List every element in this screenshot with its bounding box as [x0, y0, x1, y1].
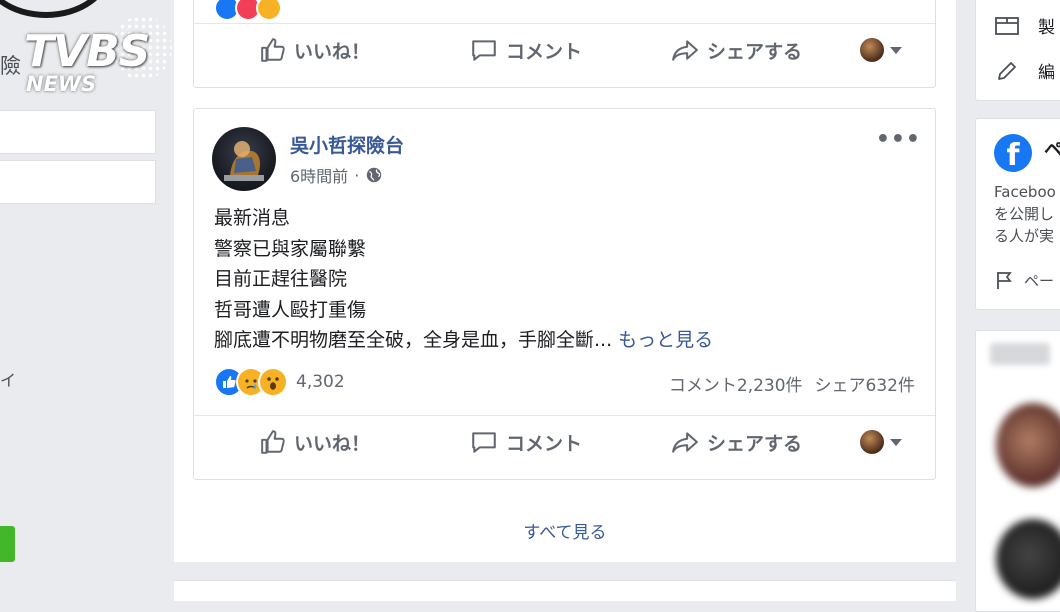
haha-reaction-icon	[256, 0, 282, 21]
share-button[interactable]: シェアする	[671, 416, 802, 468]
info-line: る人が実	[994, 227, 1055, 245]
see-all-link[interactable]: すべて見る	[174, 518, 956, 543]
share-arrow-icon	[672, 40, 698, 61]
mini-avatar-icon	[860, 38, 884, 62]
like-label: いいね！	[294, 40, 371, 63]
info-card-title: ペ	[1044, 139, 1060, 161]
info-card-text: Faceboo を公開し る人が実	[994, 181, 1056, 247]
facebook-info-card: f ペ Faceboo を公開し る人が実 ペー	[975, 118, 1060, 310]
blurred-avatar[interactable]	[996, 403, 1060, 487]
right-menu-label: 編	[1038, 63, 1055, 83]
comment-button[interactable]: コメント	[470, 416, 582, 468]
post-action-bar: いいね！ コメント シェアする	[194, 415, 935, 468]
reaction-count: 4,302	[296, 372, 345, 392]
like-button[interactable]: いいね！	[260, 416, 370, 468]
left-green-button[interactable]	[0, 526, 15, 562]
post-line: 腳底遭不明物磨至全破，全身是血，手腳全斷...	[214, 329, 613, 351]
more-options-icon[interactable]: •••	[876, 127, 921, 152]
right-column: 製 編 f ペ Faceboo を公開し る人が実 ペー	[975, 0, 1060, 612]
reaction-summary[interactable]: 4,302	[214, 367, 345, 397]
tvbs-watermark-logo: TVBS NEWS	[18, 12, 178, 102]
post-line: 最新消息	[214, 207, 291, 229]
share-button[interactable]: シェアする	[671, 24, 802, 76]
time-separator: ·	[354, 165, 360, 185]
left-side-text: イ	[0, 371, 17, 390]
tvbs-logo-text: TVBS	[24, 26, 150, 77]
post-body: 最新消息 警察已與家屬聯繫 目前正趕往醫院 哲哥遭人毆打重傷 腳底遭不明物磨至全…	[214, 203, 713, 356]
mini-avatar-icon	[860, 430, 884, 454]
share-count-link[interactable]: シェア632件	[815, 376, 915, 396]
pencil-icon	[998, 61, 1016, 80]
post-card: 吳小哲探險台 6時間前 · ••• 最新消息 警察已與家屬聯繫 目前正趕往醫院 …	[193, 108, 936, 480]
share-label: シェアする	[707, 40, 803, 63]
info-line: Faceboo	[994, 183, 1056, 201]
see-more-link[interactable]: もっと見る	[618, 329, 713, 351]
chevron-down-icon	[890, 438, 902, 446]
comment-label: コメント	[506, 40, 583, 63]
post-line: 哲哥遭人毆打重傷	[214, 298, 367, 321]
comment-icon	[472, 40, 496, 61]
tvbs-news-text: NEWS	[26, 72, 97, 96]
previous-post-action-bar: いいね！ コメント シェアする	[194, 23, 935, 76]
like-label: いいね！	[294, 432, 371, 455]
post-as-selector[interactable]	[860, 416, 902, 468]
info-card-link-label: ペー	[1024, 271, 1055, 290]
right-menu-label: 製	[1038, 18, 1055, 38]
chevron-down-icon	[890, 46, 902, 54]
comment-button[interactable]: コメント	[470, 24, 582, 76]
post-line-last: 腳底遭不明物磨至全破，全身是血，手腳全斷... もっと見る	[214, 325, 713, 356]
page-name-link[interactable]: 吳小哲探險台	[290, 131, 404, 158]
info-line: を公開し	[994, 205, 1055, 223]
blurred-suggestions-card	[975, 330, 1060, 612]
blurred-title	[990, 343, 1050, 365]
previous-post-reactions[interactable]	[214, 0, 282, 21]
post-timestamp: 6時間前 ·	[290, 163, 383, 187]
previous-post-card: いいね！ コメント シェアする	[193, 0, 936, 88]
next-post-card	[174, 580, 956, 601]
globe-icon	[367, 167, 382, 183]
page-tools-card: 製 編	[975, 0, 1060, 101]
comment-count-link[interactable]: コメント2,230件	[669, 376, 803, 396]
flag-icon	[997, 272, 1012, 289]
info-card-link[interactable]: ペー	[994, 269, 1054, 291]
left-panel-item[interactable]	[0, 110, 156, 154]
thumbs-up-icon	[261, 38, 285, 62]
page-avatar-image	[224, 141, 264, 181]
share-label: シェアする	[707, 432, 803, 455]
blurred-avatar[interactable]	[996, 519, 1060, 599]
comment-icon	[472, 432, 496, 453]
post-line: 警察已與家屬聯繫	[214, 237, 367, 260]
facebook-logo-icon: f	[994, 134, 1032, 172]
left-panel-item[interactable]	[0, 160, 156, 204]
post-stats: コメント2,230件 シェア632件	[669, 371, 915, 396]
post-time-text[interactable]: 6時間前	[290, 163, 348, 187]
page-icon	[995, 16, 1019, 35]
wow-reaction-icon	[258, 367, 288, 397]
right-menu-item[interactable]: 製	[994, 13, 1055, 38]
thumbs-up-icon	[261, 430, 285, 454]
share-arrow-icon	[672, 432, 698, 453]
post-as-selector[interactable]	[860, 24, 902, 76]
post-line: 目前正趕往醫院	[214, 268, 348, 290]
right-menu-item[interactable]: 編	[994, 58, 1055, 83]
page-avatar[interactable]	[212, 127, 276, 191]
like-button[interactable]: いいね！	[260, 24, 370, 76]
comment-label: コメント	[506, 432, 583, 455]
